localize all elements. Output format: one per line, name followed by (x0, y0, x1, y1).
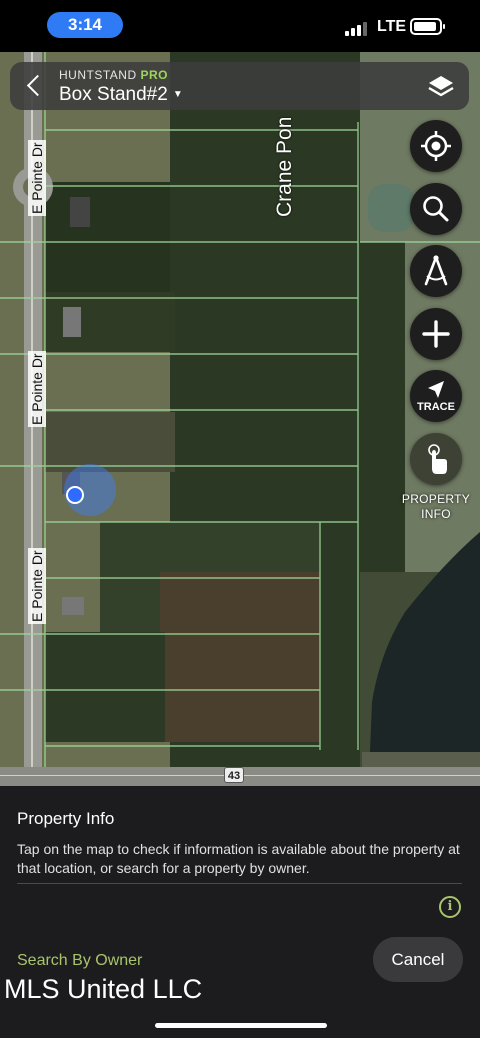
app-header: HUNTSTAND PRO Box Stand#2 ▼ (10, 62, 469, 110)
info-icon[interactable]: i (439, 896, 461, 918)
layers-button[interactable] (425, 71, 457, 103)
home-indicator[interactable] (155, 1023, 327, 1028)
crane-road-label: Crane Pon (273, 116, 296, 217)
trace-label: TRACE (417, 401, 455, 413)
road-label: E Pointe Dr (28, 351, 46, 427)
sheet-description: Tap on the map to check if information i… (17, 841, 460, 876)
property-info-sheet: Property Info Tap on the map to check if… (0, 786, 480, 1038)
caret-down-icon: ▼ (172, 89, 183, 100)
app-brand: HUNTSTAND PRO (59, 68, 168, 82)
property-info-button[interactable] (410, 433, 462, 485)
owner-name-text: MLS United LLC (4, 974, 203, 1004)
search-icon (423, 196, 449, 222)
add-button[interactable] (410, 308, 462, 360)
crosshair-location-icon (421, 131, 451, 161)
brand-tier: PRO (140, 68, 168, 82)
battery-icon (410, 18, 445, 35)
compass-icon (424, 255, 448, 286)
network-type: LTE (377, 18, 407, 35)
signal-strength-icon (345, 20, 371, 36)
measure-button[interactable] (410, 245, 462, 297)
property-info-caption: PROPERTY INFO (399, 492, 473, 522)
brand-name: HUNTSTAND (59, 68, 137, 82)
cancel-button[interactable]: Cancel (373, 937, 463, 982)
divider (17, 883, 462, 884)
satellite-map[interactable]: E Pointe Dr E Pointe Dr E Pointe Dr Cran… (0, 52, 480, 786)
highway-badge: 43 (224, 767, 244, 783)
tap-hand-icon (428, 444, 447, 474)
trace-arrow-icon (428, 381, 444, 398)
trace-button[interactable]: TRACE (410, 370, 462, 422)
search-by-owner-link[interactable]: Search By Owner (17, 952, 142, 970)
status-bar: 3:14 LTE (0, 0, 480, 52)
property-info-caption-line1: PROPERTY (401, 492, 471, 506)
stand-name: Box Stand#2 (59, 84, 168, 105)
stand-selector[interactable]: Box Stand#2 ▼ (59, 84, 183, 106)
plus-icon (422, 320, 450, 348)
status-time[interactable]: 3:14 (47, 12, 123, 38)
property-info-caption-line2: INFO (421, 507, 451, 521)
road-label: E Pointe Dr (28, 548, 46, 624)
my-location-button[interactable] (410, 120, 462, 172)
back-button[interactable] (18, 70, 50, 102)
road-label: E Pointe Dr (28, 140, 46, 216)
map-imagery (0, 52, 480, 786)
search-button[interactable] (410, 183, 462, 235)
layers-icon (428, 76, 454, 97)
sheet-title: Property Info (17, 809, 115, 828)
